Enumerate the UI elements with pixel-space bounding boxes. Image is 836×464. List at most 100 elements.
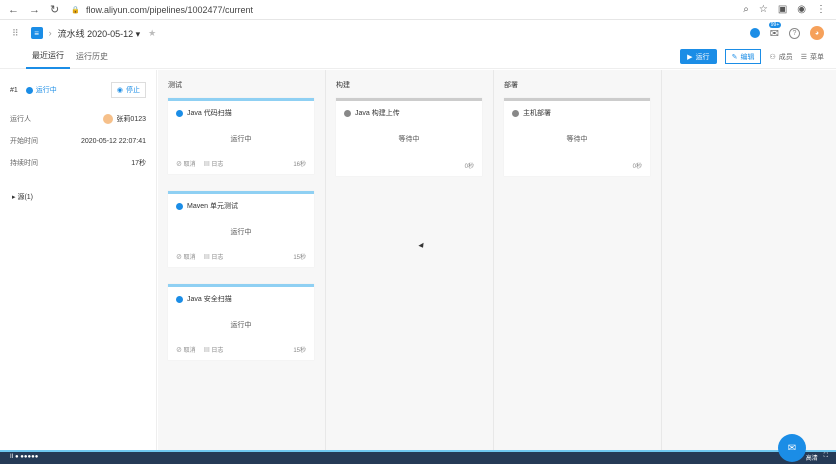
address-bar[interactable]: 🔒 flow.aliyun.com/pipelines/1002477/curr…	[71, 5, 253, 15]
stage-deploy: 部署 主机部署 等待中 0秒	[494, 70, 662, 450]
edit-button[interactable]: ✎ 编辑	[724, 49, 762, 64]
members-link[interactable]: ⚇ 成员	[769, 52, 792, 62]
profile-icon[interactable]: ◉	[797, 4, 806, 15]
progress-bar[interactable]	[0, 450, 836, 452]
bookmark-star-icon[interactable]: ☆	[759, 4, 768, 15]
job-duration: 15秒	[293, 255, 306, 261]
person-icon: ⚇	[769, 53, 776, 61]
play-icon: ▶	[687, 53, 693, 61]
tab-run-history[interactable]: 运行历史	[70, 45, 114, 69]
cancel-link[interactable]: ⊘ 取消	[176, 345, 196, 354]
runner-label: 运行人	[10, 116, 31, 123]
job-title: Java 代码扫描	[187, 110, 232, 117]
log-link[interactable]: ▤ 日志	[204, 345, 224, 354]
run-info-panel: #1 运行中 ◉ 停止 运行人 张莉0123 开始时间 2020-05-12 22…	[0, 70, 157, 450]
zoom-icon[interactable]: ⌕	[743, 4, 749, 15]
members-label: 成员	[778, 53, 793, 61]
runner-name: 张莉0123	[116, 116, 146, 123]
running-icon	[176, 295, 183, 303]
url-text: flow.aliyun.com/pipelines/1002477/curren…	[85, 4, 254, 15]
job-status: 等待中	[566, 136, 588, 143]
more-menu-icon[interactable]: ⋮	[816, 4, 826, 15]
job-duration: 0秒	[464, 164, 474, 170]
duration-value: 17秒	[131, 160, 146, 167]
job-title: Java 安全扫描	[187, 296, 232, 303]
job-duration: 15秒	[293, 348, 306, 354]
job-card[interactable]: Java 代码扫描 运行中 ⊘ 取消 ▤ 日志 16秒	[168, 98, 314, 174]
job-title: Maven 单元测试	[187, 203, 238, 210]
waiting-icon	[512, 109, 519, 117]
start-time-label: 开始时间	[10, 138, 38, 145]
stop-button[interactable]: ◉ 停止	[110, 82, 146, 98]
apps-grid-icon[interactable]: ⠿	[12, 28, 19, 39]
waiting-icon	[344, 109, 351, 117]
quality-label[interactable]: 高清	[806, 453, 818, 462]
running-icon	[176, 202, 183, 210]
browser-toolbar: ← → ↻ 🔒 flow.aliyun.com/pipelines/100247…	[0, 0, 836, 20]
pencil-icon: ✎	[731, 53, 738, 61]
job-card[interactable]: 主机部署 等待中 0秒	[504, 98, 650, 176]
cancel-link[interactable]: ⊘ 取消	[176, 252, 196, 261]
running-icon	[176, 109, 183, 117]
menu-label: 菜单	[810, 53, 824, 61]
stage-build: 构建 Java 构建上传 等待中 0秒	[326, 70, 494, 450]
fullscreen-icon[interactable]: ⛶	[824, 453, 828, 462]
reload-icon[interactable]: ↻	[50, 3, 59, 16]
chat-icon: ✉	[787, 442, 797, 454]
stage-test: 测试 Java 代码扫描 运行中 ⊘ 取消 ▤ 日志 16秒 Maven 单元测试 …	[158, 70, 326, 450]
run-button[interactable]: ▶ 运行	[680, 49, 717, 64]
runner-avatar	[103, 114, 114, 124]
extension-icon[interactable]: ▣	[778, 4, 787, 15]
job-title: Java 构建上传	[355, 110, 400, 117]
job-duration: 16秒	[293, 162, 306, 168]
video-player-bar: II ● ●●●●● 高清 ⛶	[0, 450, 836, 464]
job-card[interactable]: Java 安全扫描 运行中 ⊘ 取消 ▤ 日志 15秒	[168, 284, 314, 360]
back-icon[interactable]: ←	[8, 4, 19, 16]
stage-title: 测试	[168, 82, 182, 89]
breadcrumb-chevron-icon: ›	[48, 28, 52, 38]
app-header: ⠿ ≡ › 流水线 2020-05-12 ▾ ★ ✉ 99+ ? ◕	[0, 21, 836, 45]
stage-title: 部署	[504, 82, 518, 89]
log-link[interactable]: ▤ 日志	[204, 159, 224, 168]
run-status-label: 运行中	[35, 87, 57, 94]
job-status: 运行中	[230, 136, 252, 143]
notification-badge: 99+	[768, 21, 782, 28]
job-title: 主机部署	[523, 110, 551, 117]
menu-link[interactable]: ☰ 菜单	[801, 52, 824, 62]
run-status: 运行中	[25, 85, 57, 95]
menu-icon: ☰	[800, 53, 807, 61]
pause-icon[interactable]: II ● ●●●●●	[10, 454, 38, 460]
status-dot-icon[interactable]	[749, 28, 760, 38]
favorite-star-icon[interactable]: ★	[148, 28, 156, 39]
source-toggle[interactable]: ▸ 源(1)	[0, 174, 156, 202]
pipeline-name-dropdown[interactable]: 流水线 2020-05-12 ▾	[58, 27, 141, 40]
user-avatar[interactable]: ◕	[810, 26, 824, 40]
job-status: 运行中	[230, 322, 252, 329]
stop-icon: ◉	[116, 87, 123, 94]
forward-icon[interactable]: →	[29, 4, 40, 16]
stage-title: 构建	[336, 82, 350, 89]
chat-fab-button[interactable]: ✉	[778, 434, 806, 462]
job-card[interactable]: Maven 单元测试 运行中 ⊘ 取消 ▤ 日志 15秒	[168, 191, 314, 267]
run-number: #1	[10, 86, 18, 94]
help-icon[interactable]: ?	[789, 27, 800, 39]
lock-icon: 🔒	[71, 6, 80, 14]
pipeline-canvas: 测试 Java 代码扫描 运行中 ⊘ 取消 ▤ 日志 16秒 Maven 单元测试 …	[158, 70, 836, 450]
notification-icon[interactable]: ✉ 99+	[768, 21, 782, 40]
job-card[interactable]: Java 构建上传 等待中 0秒	[336, 98, 482, 176]
tab-recent-runs[interactable]: 最近运行	[26, 45, 70, 69]
job-status: 等待中	[398, 136, 420, 143]
cancel-link[interactable]: ⊘ 取消	[176, 159, 196, 168]
start-time-value: 2020-05-12 22:07:41	[81, 137, 146, 145]
running-status-icon	[25, 86, 33, 94]
run-button-label: 运行	[695, 53, 710, 61]
pipeline-logo-icon[interactable]: ≡	[30, 27, 43, 39]
stop-button-label: 停止	[126, 87, 140, 94]
runner-row: 运行人 张莉0123	[0, 108, 156, 130]
edit-button-label: 编辑	[740, 53, 755, 61]
duration-label: 持续时间	[10, 160, 38, 167]
log-link[interactable]: ▤ 日志	[204, 252, 224, 261]
job-status: 运行中	[230, 229, 252, 236]
job-duration: 0秒	[632, 164, 642, 170]
start-time-row: 开始时间 2020-05-12 22:07:41	[0, 130, 156, 152]
